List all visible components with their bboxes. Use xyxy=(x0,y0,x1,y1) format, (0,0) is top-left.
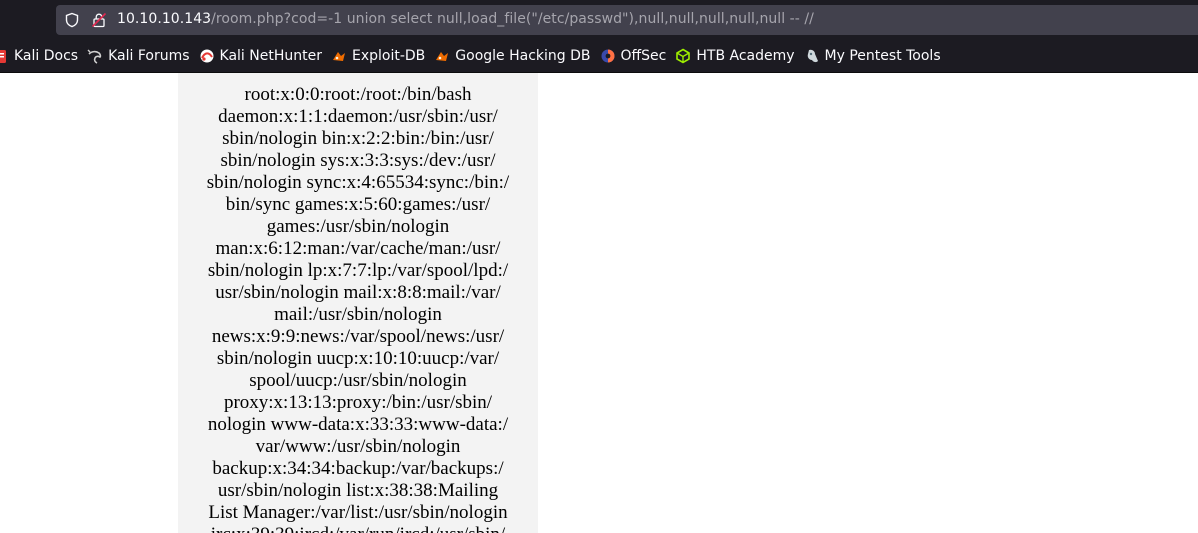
bookmark-offsec[interactable]: OffSec xyxy=(600,48,667,64)
bookmarks-toolbar: Kali Docs Kali Forums Kali NetHunter Exp… xyxy=(0,40,1198,73)
bookmark-label: Kali Forums xyxy=(108,48,190,64)
passwd-line: proxy:x:13:13:proxy:/bin:/usr/sbin/ xyxy=(223,392,493,413)
nethunter-icon xyxy=(200,49,214,63)
url-text[interactable]: 10.10.10.143/room.php?cod=-1 union selec… xyxy=(117,11,814,27)
url-path: /room.php?cod=-1 union select null,load_… xyxy=(211,11,814,27)
passwd-line: daemon:x:1:1:daemon:/usr/sbin:/usr/ xyxy=(218,106,498,127)
url-host: 10.10.10.143 xyxy=(117,11,212,27)
bookmark-my-pentest-tools[interactable]: My Pentest Tools xyxy=(804,48,941,64)
passwd-line: usr/sbin/nologin mail:x:8:8:mail:/var/ xyxy=(215,282,501,303)
bookmark-label: Kali Docs xyxy=(14,48,79,64)
passwd-line: sbin/nologin uucp:x:10:10:uucp:/var/ xyxy=(216,348,500,369)
page-viewport: root:x:0:0:root:/root:/bin/bash daemon:x:… xyxy=(0,73,1198,533)
passwd-line: sbin/nologin bin:x:2:2:bin:/bin:/usr/ xyxy=(222,128,494,149)
passwd-line: List Manager:/var/list:/usr/sbin/nologin xyxy=(208,502,508,523)
pentest-tools-icon xyxy=(807,49,818,63)
passwd-line: mail:/usr/sbin/nologin xyxy=(274,304,442,325)
address-bar[interactable]: 10.10.10.143/room.php?cod=-1 union selec… xyxy=(56,5,1198,35)
bookmark-kali-forums[interactable]: Kali Forums xyxy=(87,48,190,64)
passwd-line: sbin/nologin sys:x:3:3:sys:/dev:/usr/ xyxy=(220,150,496,171)
bookmark-label: Exploit-DB xyxy=(351,48,426,64)
bookmark-label: OffSec xyxy=(620,48,667,64)
bookmark-label: Kali NetHunter xyxy=(219,48,322,64)
bookmark-label: HTB Academy xyxy=(696,48,795,64)
bookmark-exploit-db[interactable]: Exploit-DB xyxy=(331,48,425,64)
offsec-icon xyxy=(601,49,614,63)
passwd-line: man:x:6:12:man:/var/cache/man:/usr/ xyxy=(215,238,501,259)
passwd-line: root:x:0:0:root:/root:/bin/bash xyxy=(244,84,472,105)
passwd-line: usr/sbin/nologin list:x:38:38:Mailing xyxy=(217,480,499,501)
passwd-line: sbin/nologin lp:x:7:7:lp:/var/spool/lpd:… xyxy=(207,260,509,281)
passwd-line: bin/sync games:x:5:60:games:/usr/ xyxy=(225,194,491,215)
bookmark-label: Google Hacking DB xyxy=(455,48,591,64)
bookmark-google-hacking-db[interactable]: Google Hacking DB xyxy=(434,48,591,64)
passwd-line: var/www:/usr/sbin/nologin xyxy=(255,436,461,457)
passwd-line: sbin/nologin sync:x:4:65534:sync:/bin:/ xyxy=(206,172,510,193)
insecure-lock-icon[interactable] xyxy=(91,12,107,28)
passwd-line: news:x:9:9:news:/var/spool/news:/usr/ xyxy=(211,326,505,347)
kali-dragon-icon xyxy=(87,49,102,64)
bookmark-kali-nethunter[interactable]: Kali NetHunter xyxy=(199,48,322,64)
htb-cube-icon xyxy=(676,48,691,64)
browser-chrome: 10.10.10.143/room.php?cod=-1 union selec… xyxy=(0,0,1198,73)
ghdb-icon xyxy=(436,52,449,61)
bookmark-label: My Pentest Tools xyxy=(824,48,941,64)
bookmark-kali-docs[interactable]: Kali Docs xyxy=(0,48,78,64)
passwd-file-contents: root:x:0:0:root:/root:/bin/bash daemon:x:… xyxy=(178,73,538,533)
navigation-bar: 10.10.10.143/room.php?cod=-1 union selec… xyxy=(0,0,1198,40)
kali-docs-icon xyxy=(0,50,6,63)
passwd-line: backup:x:34:34:backup:/var/backups:/ xyxy=(212,458,504,479)
exploit-db-icon xyxy=(332,52,345,61)
bookmark-htb-academy[interactable]: HTB Academy xyxy=(675,48,795,64)
tracking-protection-shield-icon[interactable] xyxy=(64,12,80,28)
passwd-line: spool/uucp:/usr/sbin/nologin xyxy=(249,370,467,391)
passwd-line: games:/usr/sbin/nologin xyxy=(266,216,450,237)
passwd-output-panel: root:x:0:0:root:/root:/bin/bash daemon:x:… xyxy=(178,73,538,533)
passwd-line: nologin www-data:x:33:33:www-data:/ xyxy=(207,414,509,435)
